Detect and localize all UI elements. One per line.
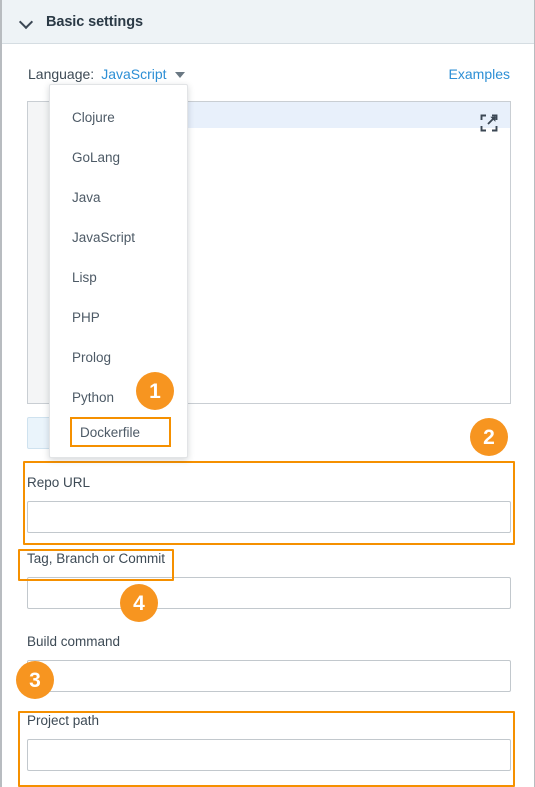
dropdown-option[interactable]: JavaScript bbox=[50, 217, 187, 257]
annotation-badge-1: 1 bbox=[136, 372, 174, 410]
field-tag-branch-commit: Tag, Branch or Commit bbox=[27, 551, 511, 609]
dropdown-option[interactable]: Dockerfile bbox=[70, 417, 171, 447]
expand-fullscreen-icon[interactable] bbox=[480, 114, 498, 132]
page-title: Basic settings bbox=[46, 13, 143, 30]
left-edge-strip bbox=[1, 0, 2, 787]
field-build-command: Build command bbox=[27, 634, 511, 692]
annotation-badge-3: 3 bbox=[16, 661, 54, 699]
caret-down-icon[interactable] bbox=[174, 72, 185, 78]
basic-settings-panel: Basic settings Language: JavaScript Exam… bbox=[0, 0, 535, 787]
field-label-tag-branch-commit: Tag, Branch or Commit bbox=[27, 551, 166, 566]
field-label-repo-url: Repo URL bbox=[27, 475, 91, 490]
language-label: Language: bbox=[28, 66, 95, 82]
field-project-path: Project path bbox=[27, 713, 511, 771]
annotation-badge-4: 4 bbox=[120, 584, 158, 622]
field-repo-url: Repo URL bbox=[27, 475, 511, 533]
panel-header[interactable]: Basic settings bbox=[2, 0, 534, 44]
field-label-project-path: Project path bbox=[27, 713, 100, 728]
chevron-down-icon[interactable] bbox=[20, 15, 34, 29]
language-select-value[interactable]: JavaScript bbox=[101, 66, 166, 82]
annotation-badge-2: 2 bbox=[470, 418, 508, 456]
dropdown-option[interactable]: Clojure bbox=[50, 97, 187, 137]
project-path-input[interactable] bbox=[27, 739, 511, 771]
field-label-build-command: Build command bbox=[27, 634, 121, 649]
dropdown-option[interactable]: Lisp bbox=[50, 257, 187, 297]
build-command-input[interactable] bbox=[27, 660, 511, 692]
dropdown-option[interactable]: Java bbox=[50, 177, 187, 217]
dropdown-option[interactable]: GoLang bbox=[50, 137, 187, 177]
tag-branch-commit-input[interactable] bbox=[27, 577, 511, 609]
dropdown-option[interactable]: Prolog bbox=[50, 337, 187, 377]
examples-link[interactable]: Examples bbox=[449, 66, 510, 82]
repo-url-input[interactable] bbox=[27, 501, 511, 533]
dropdown-option[interactable]: PHP bbox=[50, 297, 187, 337]
language-row: Language: JavaScript Examples bbox=[1, 62, 534, 86]
